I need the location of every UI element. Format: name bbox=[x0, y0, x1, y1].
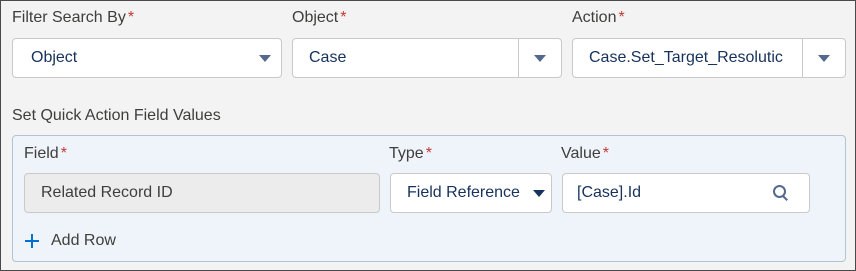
type-value: Field Reference bbox=[407, 184, 520, 201]
object-label: Object * bbox=[292, 9, 346, 27]
object-value: Case bbox=[309, 49, 347, 66]
value-input-text: [Case].Id bbox=[577, 184, 642, 201]
field-column-label: Field * bbox=[24, 145, 67, 163]
required-asterisk: * bbox=[425, 145, 432, 162]
action-label-text: Action bbox=[572, 9, 617, 26]
add-row-button[interactable]: Add Row bbox=[25, 232, 116, 250]
field-column-label-text: Field bbox=[24, 145, 59, 162]
required-asterisk: * bbox=[602, 145, 609, 162]
related-record-field-value: Related Record ID bbox=[41, 184, 173, 201]
search-icon[interactable] bbox=[773, 185, 789, 201]
object-select[interactable]: Case bbox=[292, 38, 562, 78]
object-dropdown-button[interactable] bbox=[518, 39, 561, 77]
filter-search-by-select[interactable]: Object bbox=[12, 38, 282, 78]
plus-icon bbox=[25, 234, 39, 248]
quick-action-config-panel: Filter Search By * Object Object * Case Ac… bbox=[0, 0, 856, 271]
required-asterisk: * bbox=[127, 9, 135, 26]
required-asterisk: * bbox=[340, 9, 347, 26]
required-asterisk: * bbox=[618, 9, 625, 26]
value-column-label-text: Value bbox=[561, 145, 601, 162]
action-dropdown-button[interactable] bbox=[802, 39, 845, 77]
action-value: Case.Set_Target_Resolutic bbox=[589, 49, 783, 66]
action-label: Action * bbox=[572, 9, 625, 27]
type-select[interactable]: Field Reference bbox=[390, 173, 552, 213]
chevron-down-icon bbox=[533, 189, 545, 197]
required-asterisk: * bbox=[60, 145, 67, 162]
action-select[interactable]: Case.Set_Target_Resolutic bbox=[572, 38, 846, 78]
related-record-field: Related Record ID bbox=[24, 173, 380, 213]
filter-search-by-value: Object bbox=[31, 49, 78, 66]
value-column-label: Value * bbox=[561, 145, 609, 163]
object-label-text: Object bbox=[292, 9, 339, 26]
add-row-label: Add Row bbox=[51, 232, 116, 249]
field-values-panel: Field * Type * Value * Related Record ID Fi… bbox=[12, 135, 846, 262]
chevron-down-icon bbox=[259, 54, 271, 62]
type-column-label: Type * bbox=[389, 145, 432, 163]
type-column-label-text: Type bbox=[389, 145, 424, 162]
filter-search-by-label-text: Filter Search By bbox=[12, 9, 126, 26]
chevron-down-icon bbox=[534, 54, 546, 62]
chevron-down-icon bbox=[818, 54, 830, 62]
value-input[interactable]: [Case].Id bbox=[562, 173, 810, 213]
section-title: Set Quick Action Field Values bbox=[12, 107, 221, 124]
filter-search-by-label: Filter Search By * bbox=[12, 9, 134, 27]
